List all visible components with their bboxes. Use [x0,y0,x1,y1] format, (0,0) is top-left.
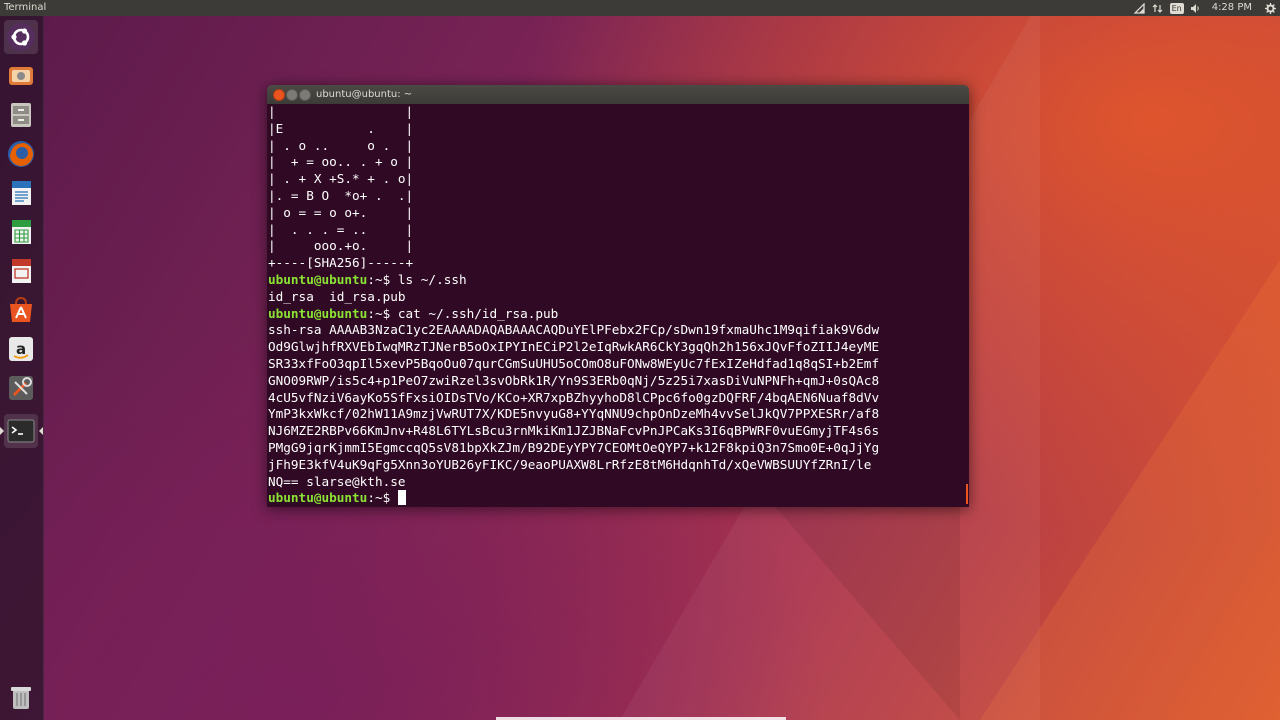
active-app-title: Terminal [4,2,47,13]
launcher-trash[interactable] [4,680,38,714]
svg-text:a: a [16,340,26,358]
indicator-area: En 4:28 PM [1128,0,1280,16]
shell-prompt: ubuntu@ubuntu [268,271,368,287]
public-key-line: NJ6MZE2RBPv66KmJnv+R48L6TYLsBcu3rnMkiKm1… [268,423,880,439]
launcher-impress[interactable] [4,254,38,288]
launcher-firefox[interactable] [4,137,38,171]
terminal-output[interactable]: | | |E . | | . o .. o . | | + = oo.. . +… [267,104,969,507]
public-key-line: SR33xfFoO3qpIl5xevP5BqoOu07qurCGmSuUHU5o… [268,355,880,371]
randomart-line: | + = oo.. . + o | [268,154,414,170]
terminal-icon [7,419,35,443]
network-transfer-indicator[interactable] [1152,0,1164,16]
randomart-line: | . + X +S.* + . o| [268,171,414,187]
randomart-line: | | [268,104,414,119]
trash-icon [11,687,31,709]
session-menu[interactable] [1264,0,1276,16]
keyboard-layout-badge: En [1169,2,1184,14]
settings-app-icon [9,67,33,85]
volume-indicator[interactable] [1190,0,1202,16]
randomart-line: | ooo.+o. | [268,238,414,254]
launcher-calc[interactable] [4,215,38,249]
launcher-ubuntu-dash[interactable] [4,20,38,54]
wallpaper-facet [980,260,1280,720]
terminal-scrollbar[interactable] [966,484,968,504]
firefox-icon [8,141,34,167]
window-maximize-button[interactable] [299,89,311,101]
public-key-line: NQ== slarse@kth.se [268,473,406,489]
software-center-icon [10,296,32,322]
launcher-system-tools[interactable] [4,371,38,405]
command-text: ls ~/.ssh [397,271,467,287]
ubuntu-logo-icon [7,23,35,51]
text-cursor[interactable] [397,490,406,506]
volume-icon [1190,2,1202,14]
public-key-line: jFh9E3kfV4uK9qFg5Xnn3oYUB26yFIKC/9eaoPUA… [268,456,872,472]
launcher-files[interactable] [4,98,38,132]
public-key-line: ssh-rsa AAAAB3NzaC1yc2EAAAADAQABAAACAQDu… [268,322,880,338]
focused-indicator [39,427,43,435]
window-title: ubuntu@ubuntu: ~ [316,89,413,100]
randomart-footer: +----[SHA256]-----+ [268,255,414,271]
amazon-icon: a [9,337,33,361]
clock[interactable]: 4:28 PM [1212,0,1252,16]
public-key-line: Od9GlwjhfRXVEbIwqMRzTJNerB5oOxIPYInECiP2… [268,339,880,355]
terminal-text: | | |E . | | . o .. o . | | + = oo.. . +… [268,104,969,507]
keyboard-indicator[interactable]: En [1169,0,1184,16]
top-panel: Terminal En 4:28 PM [0,0,1280,16]
prompt-suffix: :~$ [367,490,398,506]
randomart-line: | . . . = .. | [268,221,414,237]
up-down-arrows-icon [1152,2,1164,14]
public-key-line: GNO09RWP/is5c4+p1PeO7zwiRzel3svObRk1R/Yn… [268,372,880,388]
session-gear-icon [1264,2,1276,14]
impress-icon [12,259,31,283]
wrench-screwdriver-icon [9,376,33,400]
launcher-terminal[interactable] [0,414,43,448]
network-icon [1134,2,1146,14]
randomart-line: | . o .. o . | [268,137,414,153]
public-key-line: 4cU5vfNziV6ayKo5SfFxsiOIDsTVo/KCo+XR7xpB… [268,389,880,405]
command-text: cat ~/.ssh/id_rsa.pub [397,305,559,321]
randomart-line: | o = = o o+. | [268,204,414,220]
public-key-line: YmP3kxWkcf/02hW11A9mzjVwRUT7X/KDE5nvyuG8… [268,406,880,422]
file-cabinet-icon [11,103,31,127]
running-indicator [0,427,4,435]
window-minimize-button[interactable] [286,89,298,101]
shell-prompt: ubuntu@ubuntu [268,490,368,506]
command-output: id_rsa id_rsa.pub [268,288,406,304]
launcher-system-settings[interactable] [4,59,38,93]
prompt-suffix: :~$ [367,271,398,287]
terminal-window[interactable]: ubuntu@ubuntu: ~ | | |E . | | . o .. o .… [267,85,969,507]
launcher: a [0,16,44,720]
calc-icon [12,220,31,244]
shell-prompt: ubuntu@ubuntu [268,305,368,321]
prompt-suffix: :~$ [367,305,398,321]
public-key-line: PMgG9jqrKjmmI5EgmccqQ5sV81bpXkZJm/B92DEy… [268,439,880,455]
launcher-writer[interactable] [4,176,38,210]
network-indicator[interactable] [1134,0,1146,16]
window-close-button[interactable] [273,89,285,101]
launcher-software-center[interactable] [4,293,38,327]
window-titlebar[interactable]: ubuntu@ubuntu: ~ [267,85,969,104]
randomart-line: |E . | [268,120,414,136]
writer-icon [12,181,31,205]
launcher-amazon[interactable]: a [4,332,38,366]
randomart-line: |. = B O *o+ . .| [268,187,414,203]
